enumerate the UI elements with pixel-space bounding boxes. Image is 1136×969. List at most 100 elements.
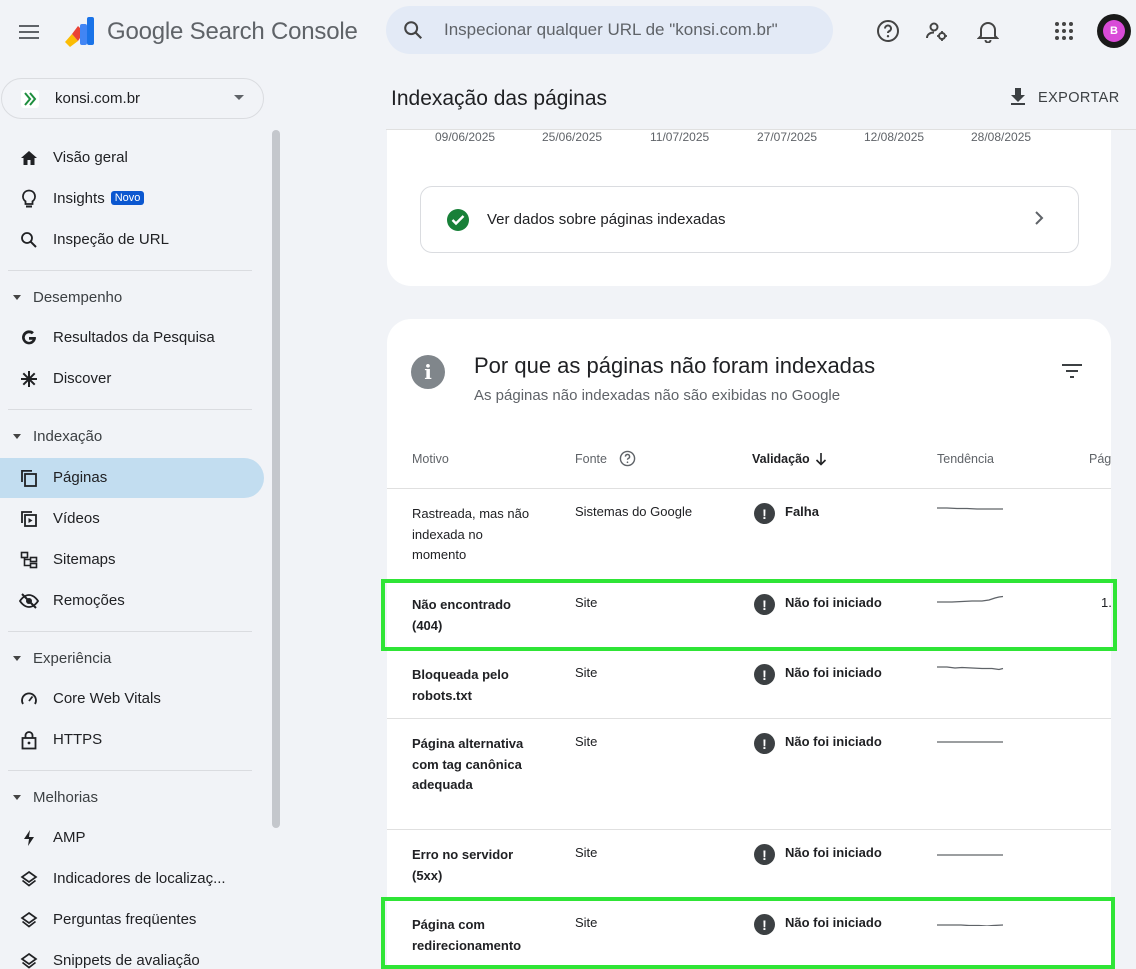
highlight-box-redirect	[381, 897, 1115, 969]
lightbulb-icon	[19, 189, 39, 209]
sidebar-item-discover[interactable]: Discover	[0, 359, 264, 399]
cell-validation: Não foi iniciado	[785, 845, 882, 860]
sidebar-item-url-inspection[interactable]: Inspeção de URL	[0, 220, 264, 260]
cell-validation: Não foi iniciado	[785, 734, 882, 749]
sidebar-item-label: Remoções	[53, 592, 125, 609]
table-row[interactable]: Rastreada, mas não indexada no momento S…	[387, 489, 1111, 580]
info-icon: i	[411, 355, 445, 389]
cell-reason: Bloqueada pelo robots.txt	[412, 667, 509, 703]
sidebar-item-removals[interactable]: Remoções	[0, 581, 264, 621]
sidebar-item-label: HTTPS	[53, 731, 103, 748]
sidebar-item-videos[interactable]: Vídeos	[0, 499, 264, 539]
property-logo-icon	[21, 90, 39, 108]
sidebar-item-pages[interactable]: Páginas	[0, 458, 264, 498]
sidebar-item-label: Sitemaps	[53, 551, 116, 568]
export-label: EXPORTAR	[1038, 90, 1120, 106]
chevron-right-icon	[1034, 211, 1044, 230]
apps-grid-icon[interactable]	[1049, 16, 1079, 46]
table-row[interactable]: Página alternativa com tag canônica adeq…	[387, 719, 1111, 830]
layers-icon	[19, 910, 39, 930]
help-icon[interactable]	[873, 16, 903, 46]
section-performance[interactable]: Desempenho	[0, 282, 260, 312]
sidebar: Visão geral Insights Novo Inspeção de URL…	[0, 130, 270, 969]
sidebar-item-location-indicators[interactable]: Indicadores de localizaç...	[0, 859, 264, 899]
sidebar-divider	[8, 770, 252, 771]
export-button[interactable]: EXPORTAR	[1008, 85, 1120, 111]
cell-source: Site	[575, 845, 598, 860]
sort-arrow-down-icon[interactable]	[815, 452, 827, 471]
collapse-caret-icon	[13, 795, 21, 800]
date-tick: 28/08/2025	[971, 130, 1032, 144]
layers-icon	[19, 869, 39, 889]
notifications-icon[interactable]	[973, 16, 1003, 46]
sidebar-item-label: Indicadores de localizaç...	[53, 870, 226, 887]
column-header-pages[interactable]: Pág	[1089, 452, 1111, 466]
layers-icon	[19, 951, 39, 969]
column-header-trend[interactable]: Tendência	[937, 452, 994, 466]
sidebar-item-overview[interactable]: Visão geral	[0, 138, 264, 178]
asterisk-icon	[19, 369, 39, 389]
url-inspection-search[interactable]	[386, 6, 833, 54]
new-badge: Novo	[110, 191, 145, 205]
search-console-logo-icon[interactable]	[62, 14, 98, 50]
user-settings-icon[interactable]	[922, 16, 952, 46]
pages-icon	[19, 468, 39, 488]
sidebar-item-label: AMP	[53, 829, 86, 846]
sidebar-item-label: Vídeos	[53, 510, 100, 527]
alert-icon: !	[754, 664, 775, 685]
help-icon[interactable]	[619, 450, 636, 472]
app-title: Google Search Console	[107, 18, 358, 46]
download-icon	[1008, 86, 1028, 111]
sidebar-item-search-results[interactable]: Resultados da Pesquisa	[0, 318, 264, 358]
menu-icon[interactable]	[13, 16, 45, 48]
page-title: Indexação das páginas	[391, 87, 607, 110]
column-header-validation[interactable]: Validação	[752, 452, 810, 466]
sidebar-divider	[8, 409, 252, 410]
section-enhancements[interactable]: Melhorias	[0, 782, 260, 812]
sidebar-item-review-snippets[interactable]: Snippets de avaliação	[0, 941, 264, 969]
view-indexed-pages-link[interactable]: Ver dados sobre páginas indexadas	[420, 186, 1079, 253]
cell-source: Site	[575, 665, 598, 680]
sidebar-item-insights[interactable]: Insights Novo	[0, 179, 264, 219]
sidebar-item-sitemaps[interactable]: Sitemaps	[0, 540, 264, 580]
filter-icon[interactable]	[1061, 363, 1083, 384]
cell-validation: Não foi iniciado	[785, 665, 882, 680]
sidebar-item-faq[interactable]: Perguntas freqüentes	[0, 900, 264, 940]
property-name: konsi.com.br	[55, 90, 141, 107]
card-subtitle: As páginas não indexadas não são exibida…	[474, 387, 841, 404]
sidebar-scrollbar[interactable]	[272, 130, 280, 828]
property-selector[interactable]: konsi.com.br	[1, 78, 264, 119]
sidebar-item-https[interactable]: HTTPS	[0, 720, 264, 760]
date-tick: 11/07/2025	[650, 130, 710, 144]
top-app-bar: Google Search Console B	[0, 0, 1136, 64]
cell-source: Site	[575, 734, 598, 749]
eye-off-icon	[19, 591, 39, 611]
trend-sparkline	[937, 666, 1004, 671]
sidebar-item-amp[interactable]: AMP	[0, 818, 264, 858]
trend-sparkline	[937, 507, 1003, 510]
sidebar-item-label: Visão geral	[53, 149, 128, 166]
cell-reason: Erro no servidor (5xx)	[412, 847, 514, 883]
sidebar-item-label: Snippets de avaliação	[53, 952, 200, 969]
table-row[interactable]: Bloqueada pelo robots.txt Site ! Não foi…	[387, 650, 1111, 719]
sidebar-item-label: Discover	[53, 370, 112, 387]
account-avatar[interactable]: B	[1097, 14, 1131, 48]
indexed-summary-card: 09/06/2025 25/06/2025 11/07/2025 27/07/2…	[387, 130, 1111, 286]
check-circle-icon	[447, 209, 469, 231]
search-icon	[402, 19, 424, 46]
section-experience[interactable]: Experiência	[0, 643, 260, 673]
sidebar-item-core-web-vitals[interactable]: Core Web Vitals	[0, 679, 264, 719]
cell-validation: Falha	[785, 504, 819, 519]
date-tick: 25/06/2025	[542, 130, 603, 144]
collapse-caret-icon	[13, 434, 21, 439]
column-header-source[interactable]: Fonte	[575, 452, 607, 466]
column-header-reason[interactable]: Motivo	[412, 452, 449, 466]
search-input[interactable]	[444, 6, 824, 54]
collapse-caret-icon	[13, 295, 21, 300]
sidebar-item-label: Páginas	[53, 469, 108, 486]
gauge-icon	[19, 689, 39, 709]
sidebar-divider	[8, 631, 252, 632]
section-indexing[interactable]: Indexação	[0, 421, 260, 451]
table-row[interactable]: Erro no servidor (5xx) Site ! Não foi in…	[387, 830, 1111, 900]
section-label: Melhorias	[33, 789, 99, 806]
